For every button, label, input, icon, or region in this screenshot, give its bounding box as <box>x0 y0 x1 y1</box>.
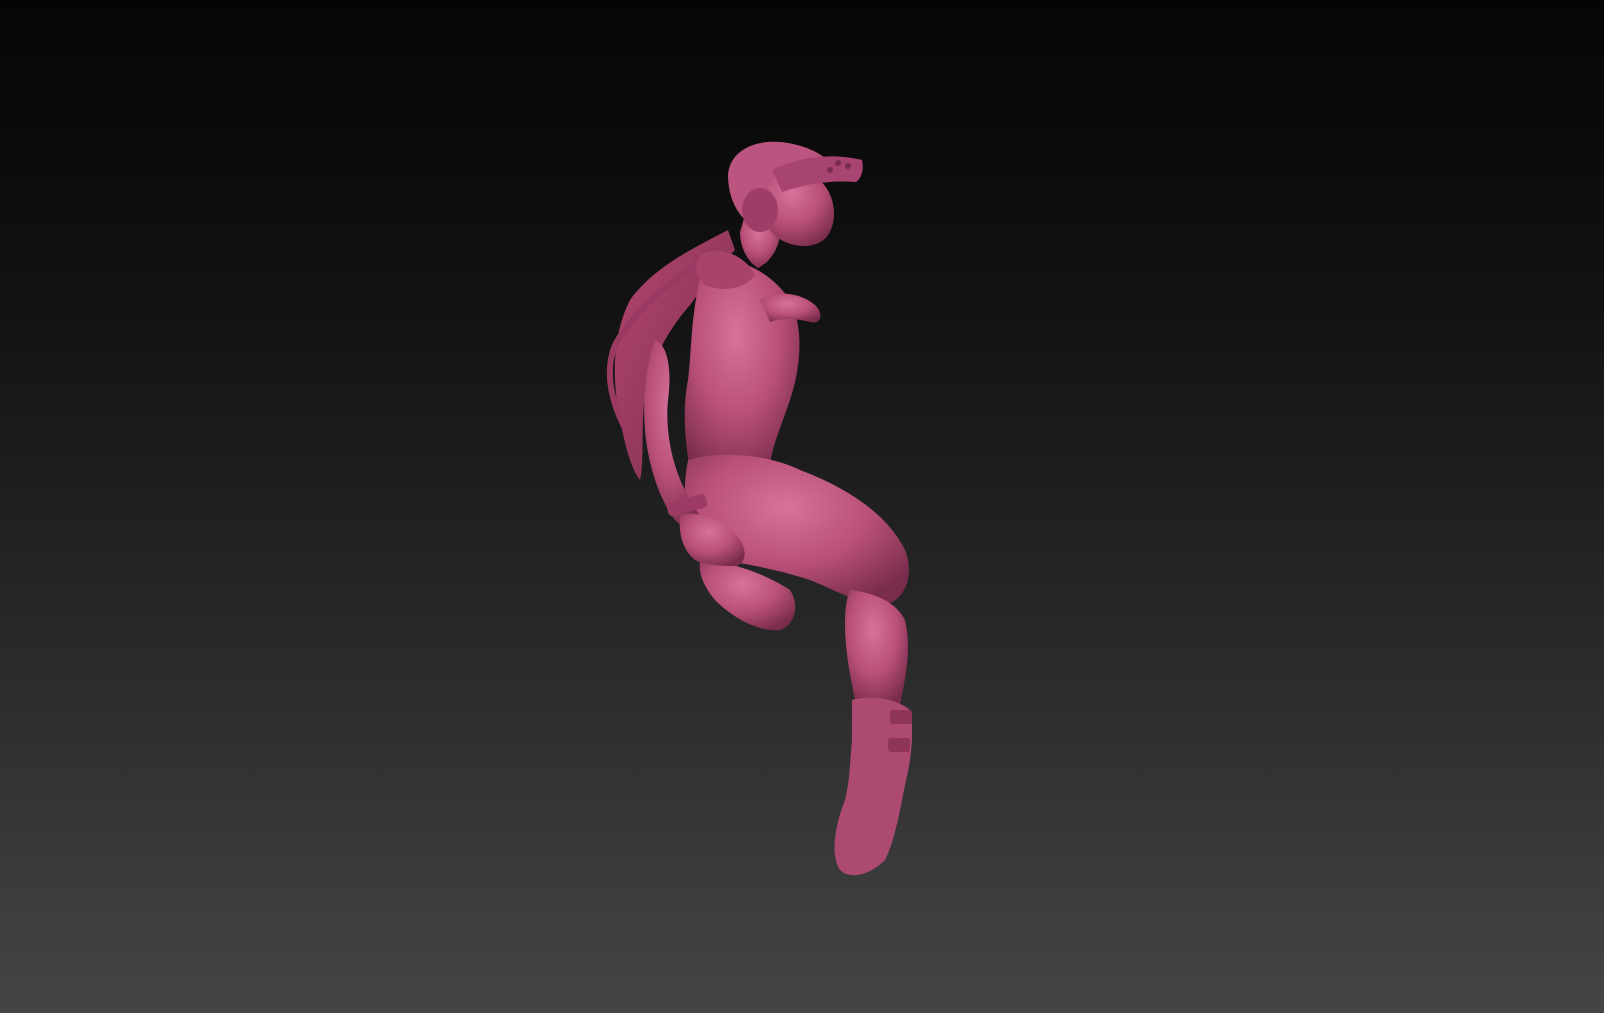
visor-rivet-2 <box>845 163 851 169</box>
visor-rivet-3 <box>827 167 833 173</box>
raised-arm <box>760 293 821 323</box>
torso <box>684 259 800 474</box>
boot-strap-lower <box>888 738 910 752</box>
boot-strap-upper <box>890 710 912 724</box>
boot <box>834 697 913 876</box>
visor-rivet-1 <box>835 160 841 166</box>
3d-viewport-canvas[interactable] <box>0 0 1604 1013</box>
shoulder-pad <box>696 251 755 289</box>
front-shin <box>845 590 908 705</box>
sculpted-figure-model[interactable] <box>0 0 1604 1013</box>
helmet-ear-piece <box>742 188 778 232</box>
